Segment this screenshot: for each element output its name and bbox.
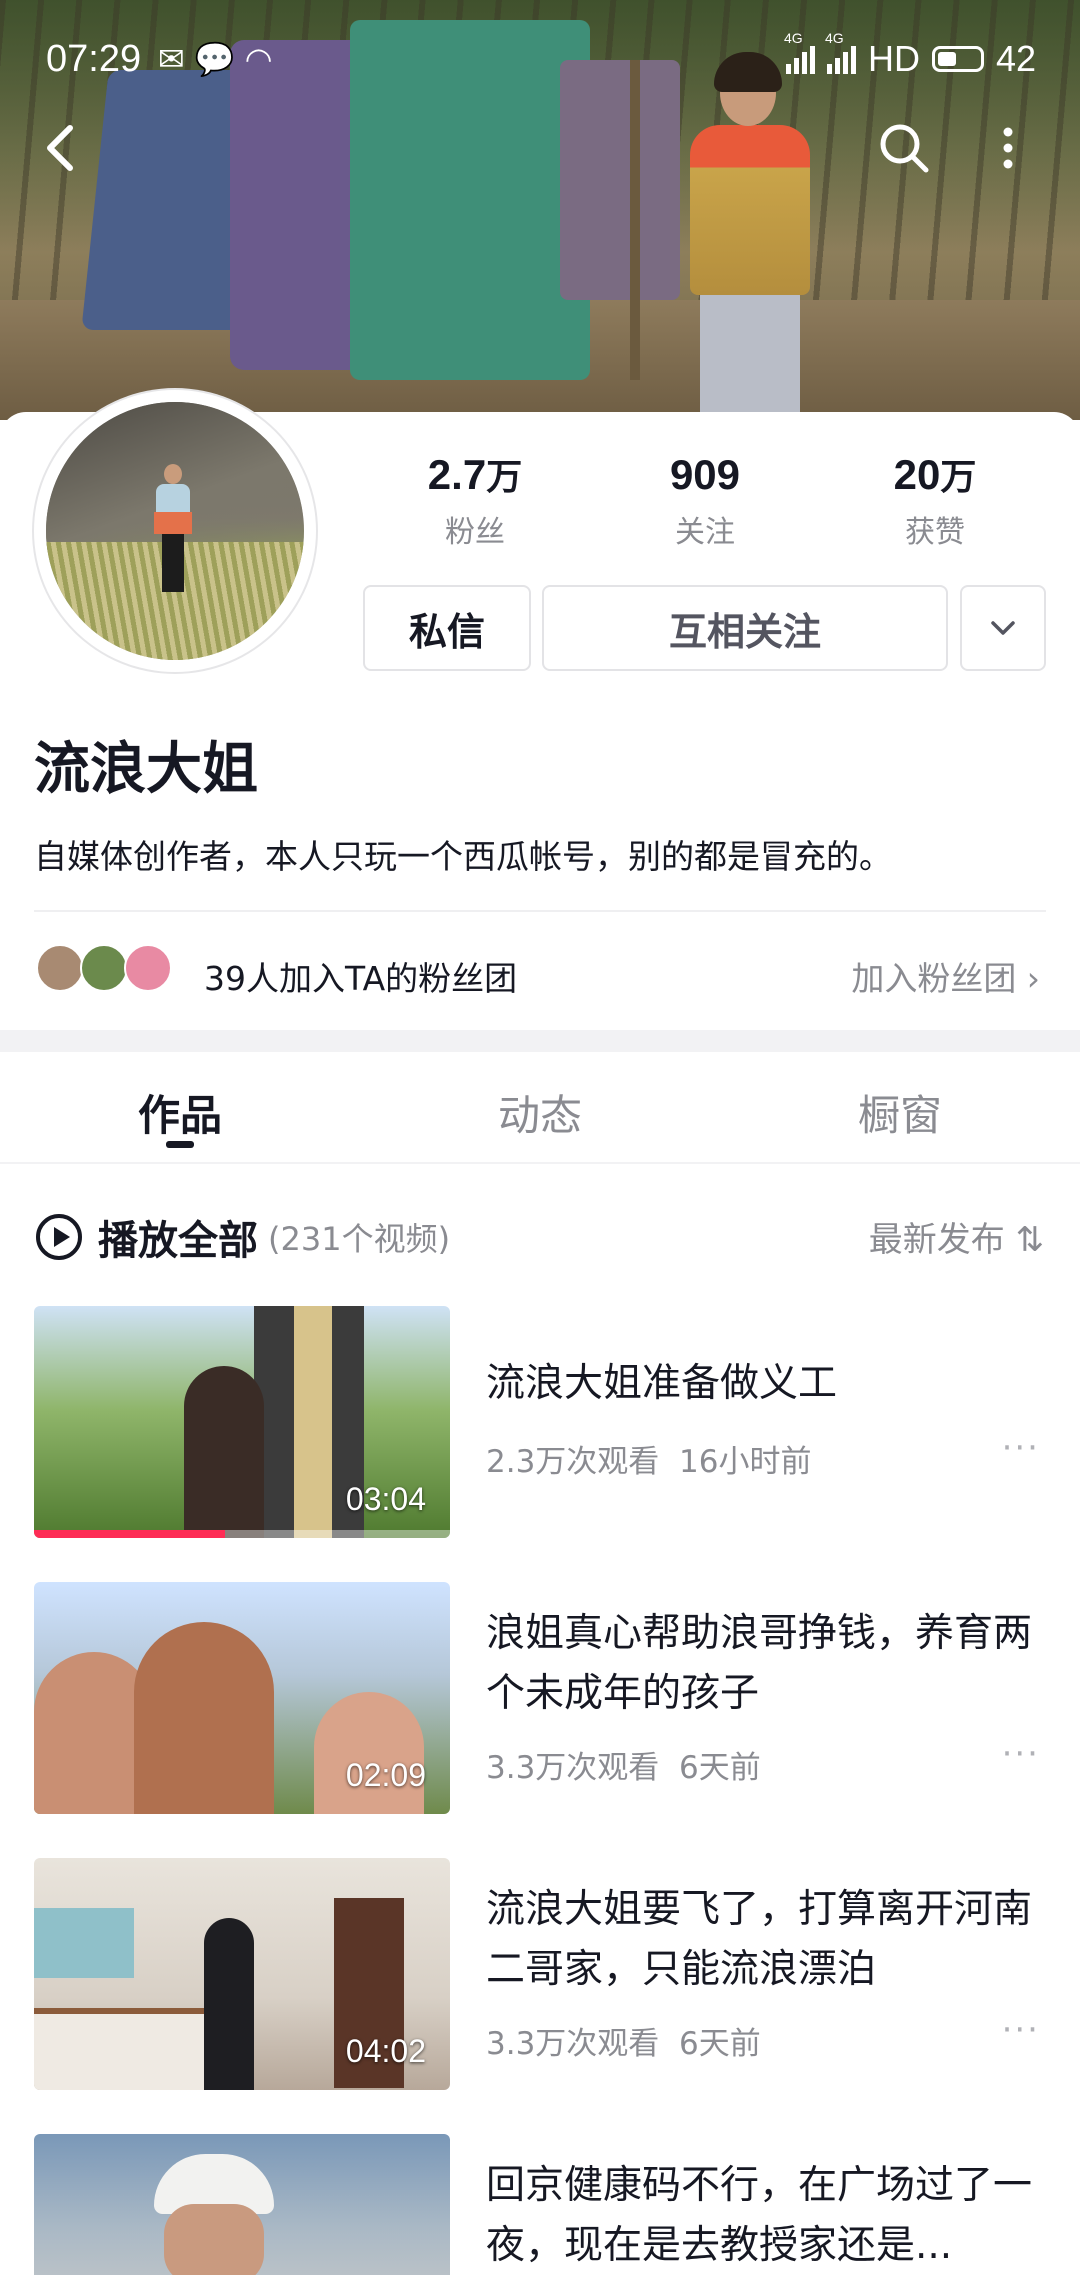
- fan-club-text: 39人加入TA的粉丝团: [204, 959, 518, 998]
- watch-progress-bar: [34, 1530, 450, 1538]
- profile-name: 流浪大姐: [34, 737, 258, 802]
- tab-works[interactable]: 作品: [0, 1052, 360, 1162]
- hd-indicator: HD: [867, 38, 920, 79]
- stat-followers[interactable]: 2.7万 粉丝: [360, 450, 590, 550]
- video-meta: 3.3万次观看 6天前: [486, 2026, 761, 2062]
- sort-button[interactable]: 最新发布 ⇅: [869, 1212, 1044, 1261]
- avatar[interactable]: [34, 390, 316, 672]
- expand-button[interactable]: [960, 585, 1046, 671]
- back-button[interactable]: [40, 120, 80, 186]
- app-notification-icon: ✉: [158, 40, 185, 78]
- battery-level: 42: [995, 38, 1036, 79]
- video-title[interactable]: 浪姐真心帮助浪哥挣钱，养育两个未成年的孩子: [486, 1604, 1046, 1724]
- content-tabs: 作品 动态 橱窗: [0, 1052, 1080, 1162]
- signal-icon: 4G: [784, 30, 815, 74]
- fan-avatars: [36, 944, 176, 996]
- status-time: 07:29: [46, 38, 142, 80]
- video-thumbnail[interactable]: 04:02: [34, 1858, 450, 2090]
- more-options-button[interactable]: [998, 120, 1018, 186]
- search-button[interactable]: [876, 120, 932, 186]
- stat-label: 关注: [675, 515, 735, 550]
- video-meta: 3.3万次观看 6天前: [486, 1750, 761, 1786]
- video-meta: 2.3万次观看 16小时前: [486, 1444, 812, 1480]
- tab-updates[interactable]: 动态: [360, 1052, 720, 1162]
- video-title[interactable]: 回京健康码不行，在广场过了一夜，现在是去教授家还是...: [486, 2156, 1046, 2275]
- status-bar: 07:29 ✉ 💬 ◠ 4G 4G HD 42: [0, 22, 1080, 98]
- chevron-left-icon: [47, 125, 73, 171]
- more-icon[interactable]: ···: [1002, 2010, 1040, 2050]
- video-item[interactable]: 04:02 流浪大姐要飞了，打算离开河南二哥家，只能流浪漂泊 3.3万次观看 6…: [0, 1858, 1080, 2090]
- play-all-label: 播放全部: [98, 1218, 258, 1264]
- video-item[interactable]: 回京健康码不行，在广场过了一夜，现在是去教授家还是...: [0, 2134, 1080, 2275]
- divider: [34, 910, 1046, 912]
- tab-showcase[interactable]: 橱窗: [720, 1052, 1080, 1162]
- video-item[interactable]: 02:09 浪姐真心帮助浪哥挣钱，养育两个未成年的孩子 3.3万次观看 6天前 …: [0, 1582, 1080, 1814]
- search-icon: [880, 124, 929, 173]
- status-right: 4G 4G HD 42: [784, 30, 1036, 80]
- wifi-icon: ◠: [244, 40, 273, 78]
- video-duration: 04:02: [345, 2033, 426, 2069]
- more-icon[interactable]: ···: [1002, 1428, 1040, 1468]
- video-count: (231个视频): [268, 1220, 451, 1258]
- mutual-follow-button[interactable]: 互相关注: [542, 585, 948, 671]
- more-vertical-icon: [1003, 127, 1013, 169]
- stat-likes[interactable]: 20万 获赞: [820, 450, 1050, 550]
- signal-icon: 4G: [825, 30, 856, 74]
- video-thumbnail[interactable]: 02:09: [34, 1582, 450, 1814]
- video-title[interactable]: 流浪大姐准备做义工: [486, 1354, 1046, 1414]
- notification-icons: ✉ 💬 ◠: [158, 40, 273, 78]
- more-icon[interactable]: ···: [1002, 1734, 1040, 1774]
- video-thumbnail[interactable]: 03:04: [34, 1306, 450, 1538]
- message-button[interactable]: 私信: [363, 585, 531, 671]
- video-thumbnail[interactable]: [34, 2134, 450, 2275]
- play-all-button[interactable]: 播放全部 (231个视频): [36, 1208, 450, 1266]
- profile-bio: 自媒体创作者，本人只玩一个西瓜帐号，别的都是冒充的。: [34, 837, 892, 876]
- join-fan-club-link[interactable]: 加入粉丝团 ›: [851, 952, 1040, 1000]
- play-circle-icon: [36, 1214, 82, 1260]
- video-duration: 02:09: [345, 1757, 426, 1793]
- divider: [0, 1162, 1080, 1164]
- video-duration: 03:04: [345, 1481, 426, 1517]
- video-title[interactable]: 流浪大姐要飞了，打算离开河南二哥家，只能流浪漂泊: [486, 1880, 1046, 2000]
- chat-notification-icon: 💬: [194, 40, 235, 78]
- chevron-down-icon: [991, 621, 1015, 635]
- stat-label: 获赞: [905, 515, 965, 550]
- video-item[interactable]: 03:04 流浪大姐准备做义工 2.3万次观看 16小时前 ···: [0, 1306, 1080, 1538]
- fan-club-row[interactable]: 39人加入TA的粉丝团 加入粉丝团 ›: [0, 930, 1080, 1012]
- stat-label: 粉丝: [445, 515, 505, 550]
- profile-stats: 2.7万 粉丝 909 关注 20万 获赞: [360, 450, 1050, 550]
- section-separator: [0, 1030, 1080, 1052]
- stat-following[interactable]: 909 关注: [590, 450, 820, 550]
- battery-icon: [931, 46, 984, 72]
